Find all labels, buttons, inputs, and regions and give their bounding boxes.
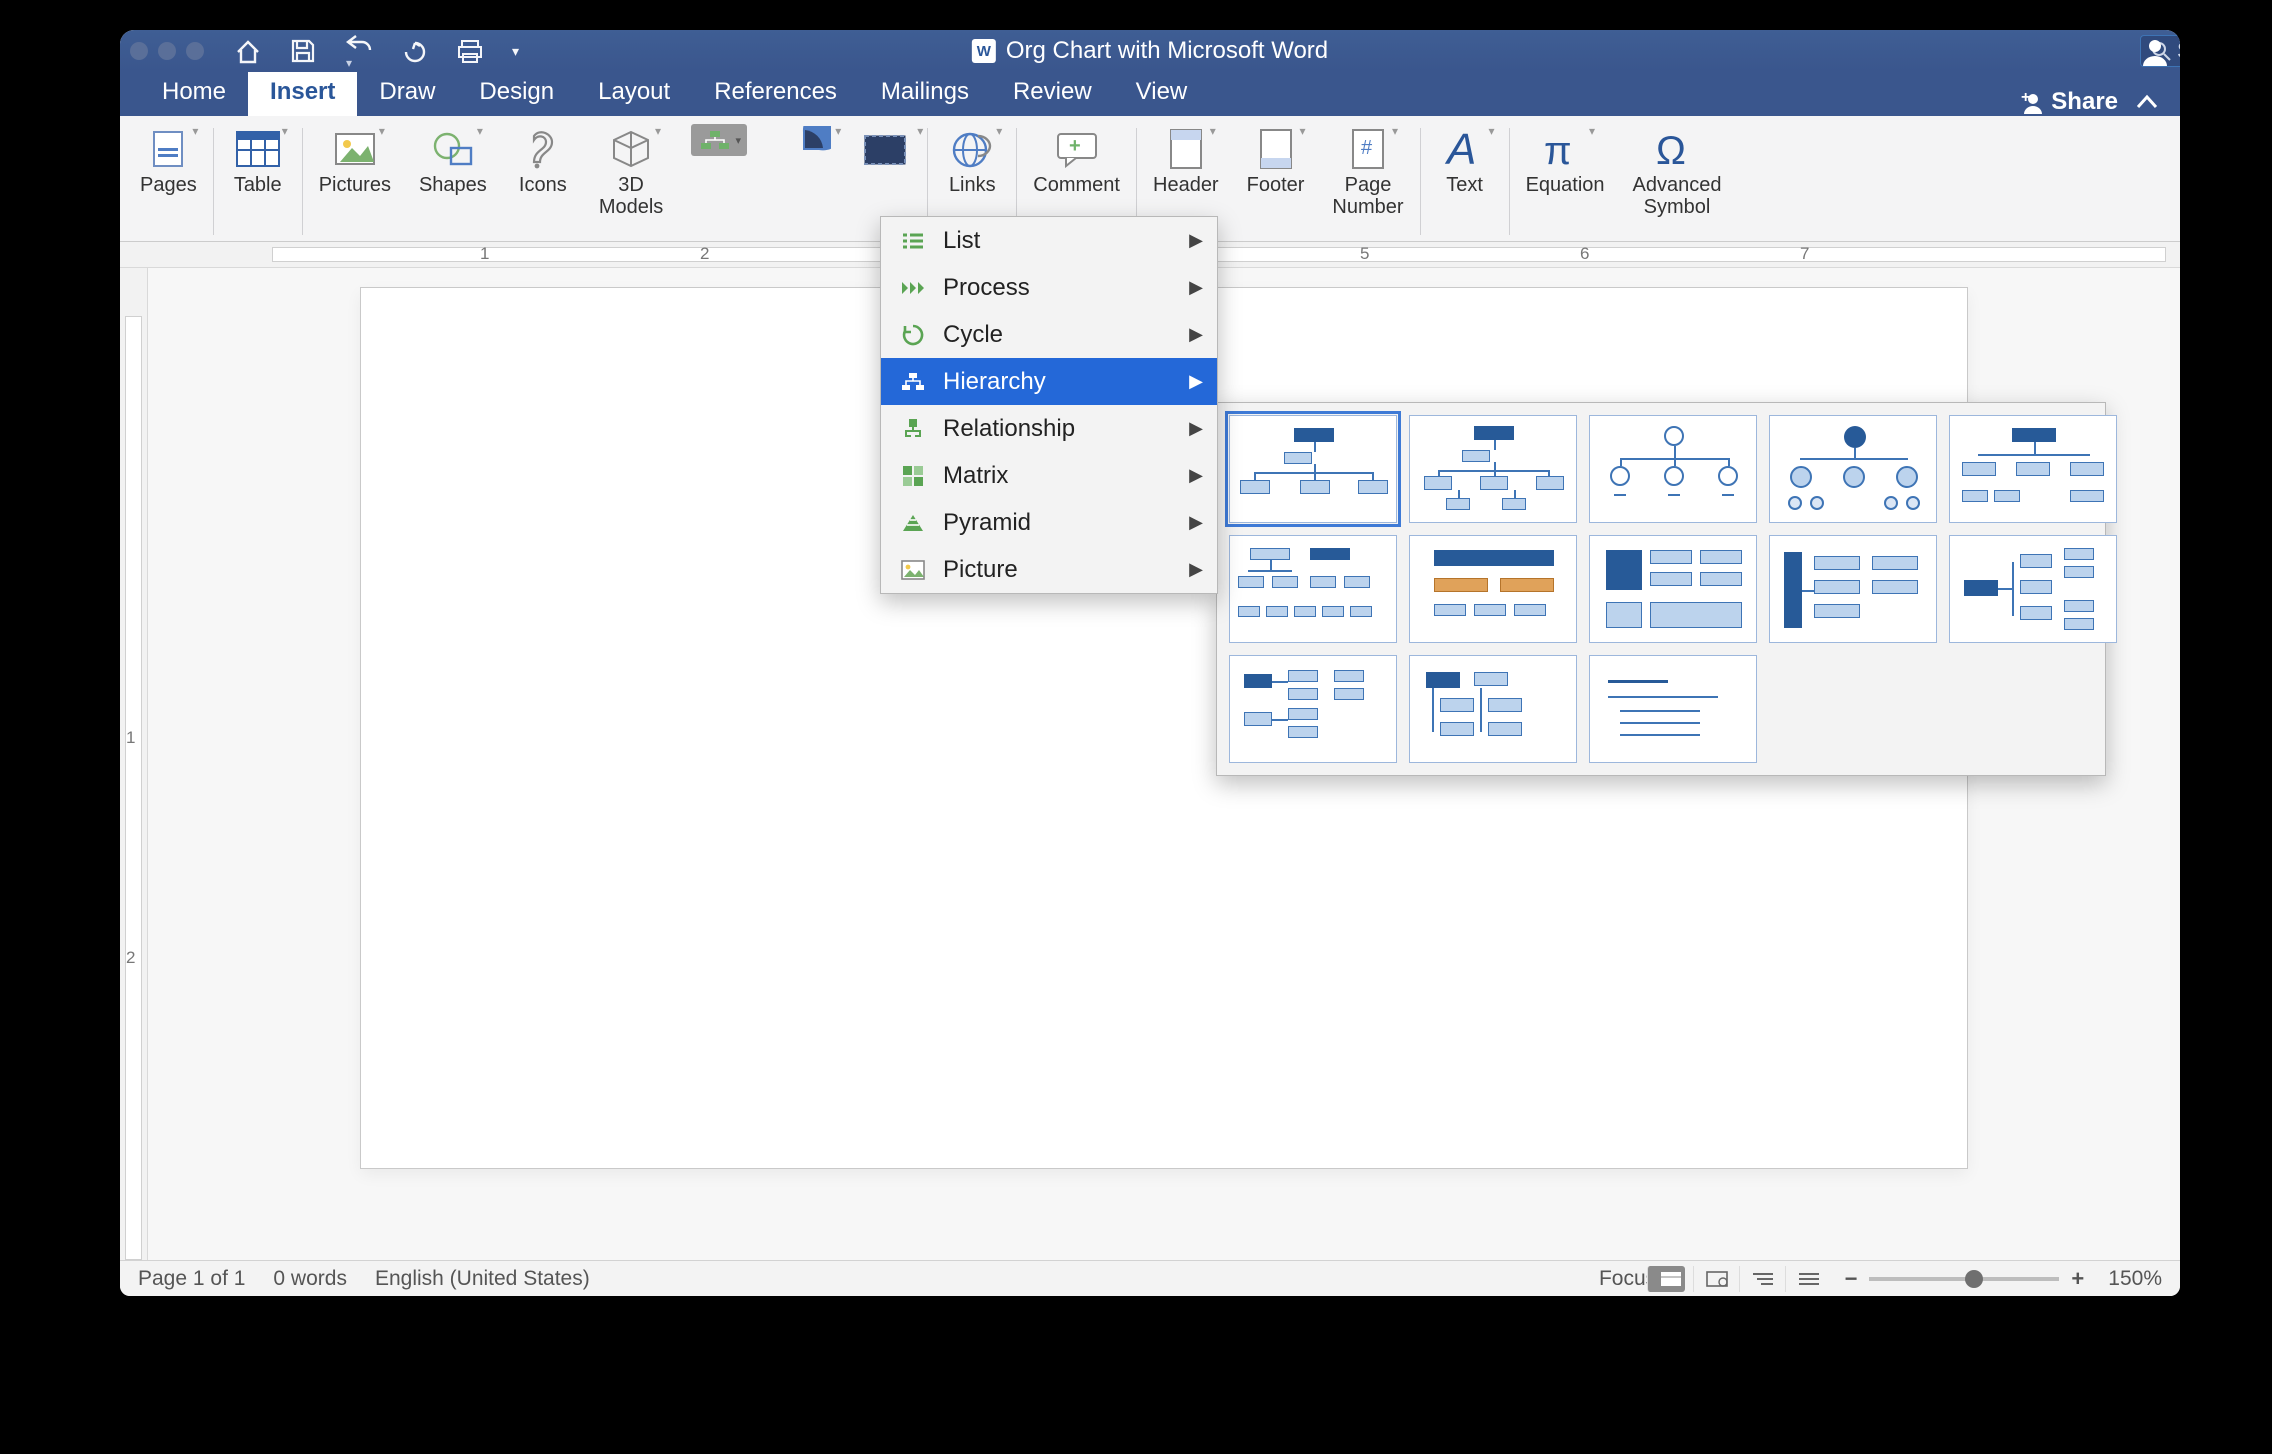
ribbon-text[interactable]: A▾ Text — [1423, 122, 1507, 241]
title-text: Org Chart with Microsoft Word — [1006, 37, 1328, 65]
tab-layout[interactable]: Layout — [576, 70, 692, 116]
status-page[interactable]: Page 1 of 1 — [138, 1267, 245, 1291]
smartart-thumb-horizontal-labeled[interactable] — [1409, 655, 1577, 763]
tab-draw[interactable]: Draw — [357, 70, 457, 116]
smartart-thumb-lined-list[interactable] — [1589, 655, 1757, 763]
close-dot[interactable] — [130, 42, 148, 60]
smartart-thumb-horizontal-multi-level[interactable] — [1949, 535, 2117, 643]
smartart-thumb-picture-org-chart[interactable] — [1409, 415, 1577, 523]
zoom-in-button[interactable]: + — [2071, 1266, 2084, 1292]
svg-text:+: + — [1069, 135, 1081, 157]
svg-text:A: A — [1444, 125, 1476, 172]
matrix-icon — [897, 465, 929, 487]
ribbon-tabs: Home Insert Draw Design Layout Reference… — [120, 72, 2180, 116]
submenu-arrow-icon: ▶ — [1189, 230, 1203, 251]
hierarchy-icon — [897, 372, 929, 392]
svg-text:π: π — [1544, 129, 1572, 172]
ribbon-equation[interactable]: π▾ Equation — [1512, 122, 1619, 241]
smartart-thumb-org-chart[interactable] — [1229, 415, 1397, 523]
process-icon — [897, 280, 929, 296]
list-icon — [897, 231, 929, 251]
zoom-dot[interactable] — [186, 42, 204, 60]
smartart-thumb-labeled-hierarchy[interactable] — [1409, 535, 1577, 643]
word-app-icon: W — [972, 39, 996, 63]
title-bar: ▾ ▾ W Org Chart with Microsoft Word Sear… — [120, 30, 2180, 72]
smartart-category-menu: List▶ Process▶ Cycle▶ Hierarchy▶ Relatio… — [880, 216, 1218, 594]
minimize-dot[interactable] — [158, 42, 176, 60]
smartart-icon — [698, 129, 732, 151]
search-placeholder: Search in Document — [2177, 38, 2180, 64]
view-outline[interactable] — [1739, 1266, 1777, 1292]
tab-mailings[interactable]: Mailings — [859, 70, 991, 116]
tab-references[interactable]: References — [692, 70, 859, 116]
zoom-slider[interactable] — [1869, 1277, 2059, 1281]
ribbon-smartart[interactable]: ▾ — [677, 122, 761, 241]
web-icon — [1705, 1270, 1729, 1288]
ribbon-table[interactable]: ▾ Table — [216, 122, 300, 241]
ribbon-pictures[interactable]: ▾ Pictures — [305, 122, 405, 241]
smartart-cat-pyramid[interactable]: Pyramid▶ — [881, 499, 1217, 546]
zoom-out-button[interactable]: − — [1845, 1266, 1858, 1292]
focus-mode-button[interactable]: Focus — [1601, 1266, 1639, 1292]
redo-icon[interactable] — [402, 39, 428, 63]
smartart-thumb-circle-picture-hierarchy[interactable] — [1949, 415, 2117, 523]
view-print-layout[interactable] — [1647, 1266, 1685, 1292]
ribbon-icons[interactable]: Icons — [501, 122, 585, 241]
picture-cat-icon — [897, 560, 929, 580]
smartart-thumb-horizontal-org[interactable] — [1769, 535, 1937, 643]
ribbon-3d-models[interactable]: ▾ 3D Models — [585, 122, 677, 241]
smartart-thumb-horizontal-hierarchy[interactable] — [1229, 655, 1397, 763]
status-language[interactable]: English (United States) — [375, 1267, 590, 1291]
document-title: W Org Chart with Microsoft Word — [972, 37, 1328, 65]
print-icon[interactable] — [456, 38, 484, 64]
svg-text:Ω: Ω — [1656, 129, 1686, 172]
undo-icon[interactable]: ▾ — [344, 30, 374, 72]
smartart-cat-cycle[interactable]: Cycle▶ — [881, 311, 1217, 358]
ribbon-symbol[interactable]: Ω Advanced Symbol — [1619, 122, 1736, 241]
ribbon-chart[interactable]: ▾ — [761, 122, 845, 241]
tab-insert[interactable]: Insert — [248, 70, 357, 116]
smartart-cat-hierarchy[interactable]: Hierarchy▶ — [881, 358, 1217, 405]
zoom-thumb[interactable] — [1965, 1270, 1983, 1288]
user-profile-icon[interactable] — [2140, 36, 2170, 66]
tab-view[interactable]: View — [1114, 70, 1210, 116]
smartart-hierarchy-gallery — [1216, 402, 2106, 776]
tab-review[interactable]: Review — [991, 70, 1114, 116]
smartart-cat-matrix[interactable]: Matrix▶ — [881, 452, 1217, 499]
window-controls — [130, 42, 204, 60]
share-icon: + — [2019, 90, 2043, 114]
ribbon-footer[interactable]: ▾ Footer — [1233, 122, 1319, 241]
relationship-icon — [897, 418, 929, 440]
smartart-cat-process[interactable]: Process▶ — [881, 264, 1217, 311]
save-icon[interactable] — [290, 38, 316, 64]
smartart-cat-picture[interactable]: Picture▶ — [881, 546, 1217, 593]
ribbon-shapes[interactable]: ▾ Shapes — [405, 122, 501, 241]
status-bar: Page 1 of 1 0 words English (United Stat… — [120, 1260, 2180, 1296]
svg-text:+: + — [2021, 90, 2030, 106]
smartart-thumb-hierarchy[interactable] — [1229, 535, 1397, 643]
word-window: ▾ ▾ W Org Chart with Microsoft Word Sear… — [120, 30, 2180, 1296]
quick-access-toolbar: ▾ ▾ — [234, 30, 519, 72]
cycle-icon — [897, 323, 929, 347]
zoom-level[interactable]: 150% — [2108, 1267, 2162, 1291]
smartart-cat-relationship[interactable]: Relationship▶ — [881, 405, 1217, 452]
share-button[interactable]: + Share — [2019, 88, 2118, 116]
smartart-thumb-table-hierarchy[interactable] — [1589, 535, 1757, 643]
tab-design[interactable]: Design — [457, 70, 576, 116]
status-words[interactable]: 0 words — [273, 1267, 347, 1291]
smartart-thumb-half-circle-org[interactable] — [1769, 415, 1937, 523]
ribbon-pages[interactable]: ▾ Pages — [126, 122, 211, 241]
smartart-cat-list[interactable]: List▶ — [881, 217, 1217, 264]
ribbon-page-number[interactable]: #▾ Page Number — [1318, 122, 1417, 241]
ruler-vertical[interactable]: 1 2 — [120, 268, 148, 1260]
smartart-thumb-name-title-org[interactable] — [1589, 415, 1757, 523]
svg-text:#: # — [1361, 137, 1373, 159]
pyramid-icon — [897, 513, 929, 533]
qat-customize-icon[interactable]: ▾ — [512, 43, 519, 60]
view-web-layout[interactable] — [1693, 1266, 1731, 1292]
home-icon[interactable] — [234, 38, 262, 64]
tab-home[interactable]: Home — [140, 70, 248, 116]
view-draft[interactable] — [1785, 1266, 1823, 1292]
collapse-ribbon-icon[interactable] — [2134, 89, 2160, 115]
